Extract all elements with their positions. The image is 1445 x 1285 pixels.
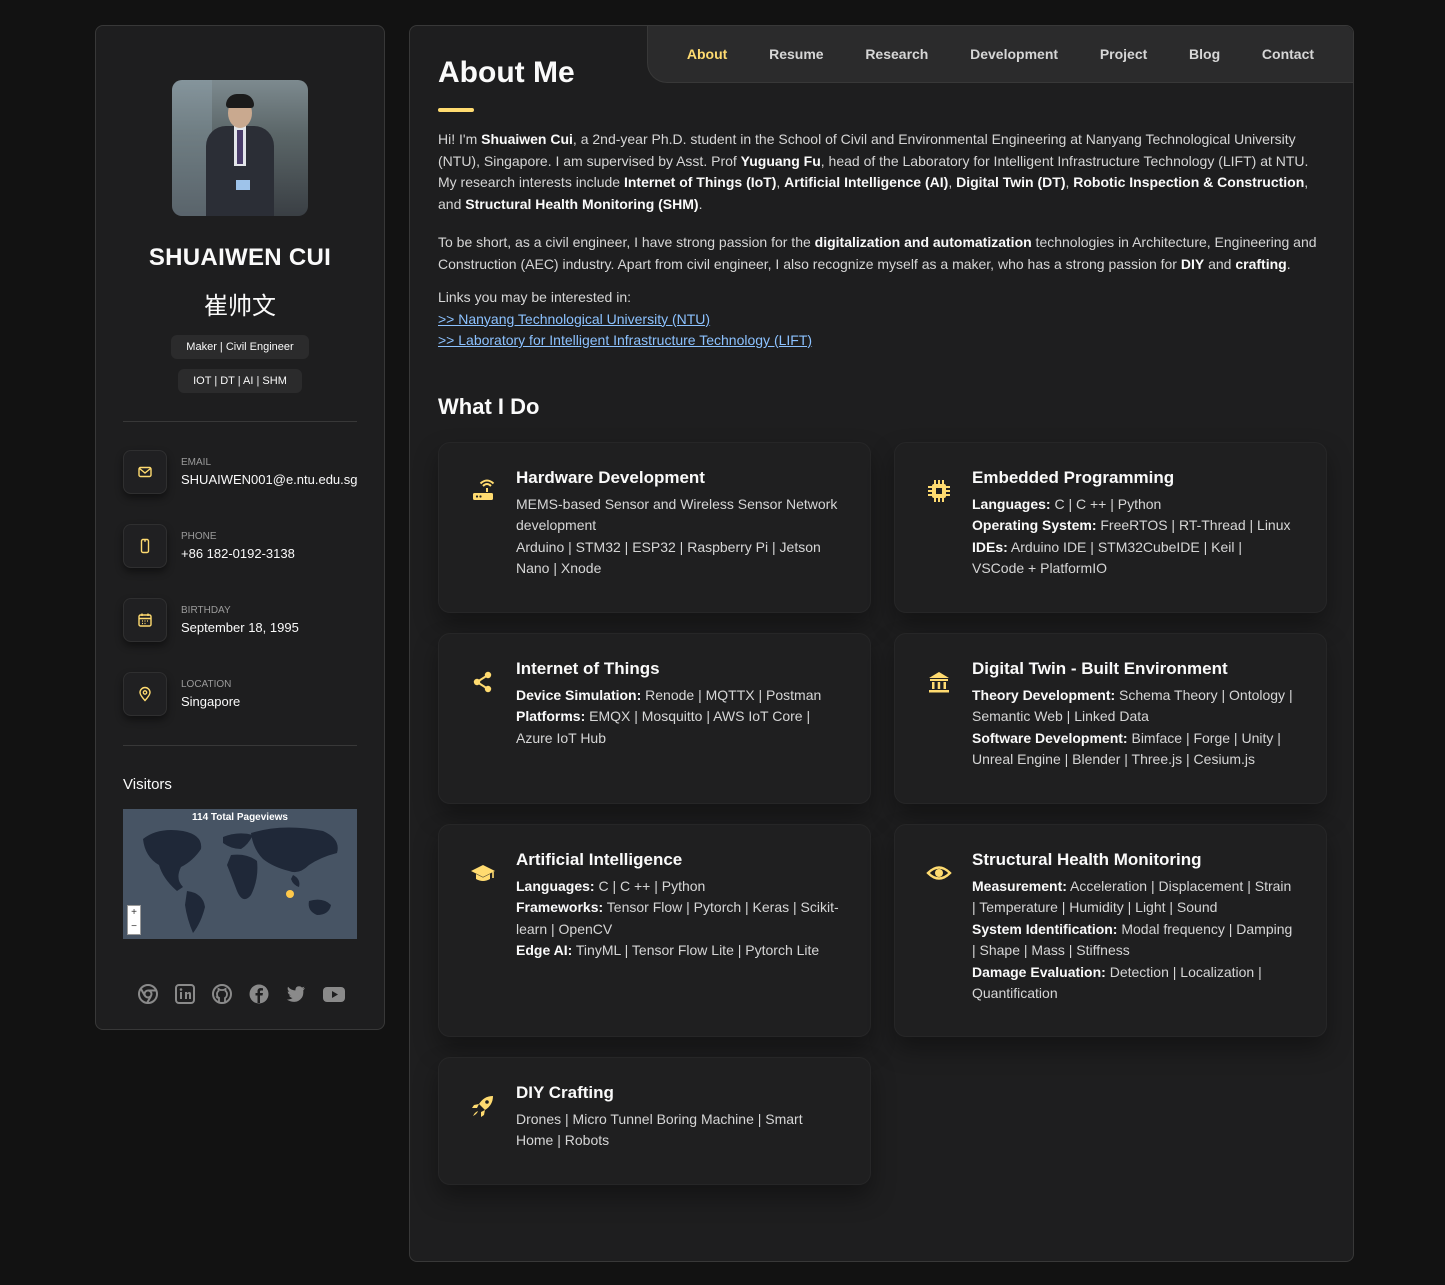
nav-resume[interactable]: Resume <box>769 46 823 62</box>
links-section: Links you may be interested in: >> Nanya… <box>438 287 1325 352</box>
chrome-icon[interactable] <box>137 983 159 1005</box>
service-card-artificial-intelligence: Artificial Intelligence Languages: C | C … <box>438 823 871 1037</box>
service-card-hardware-development: Hardware Development MEMS-based Sensor an… <box>438 441 871 613</box>
service-title: Structural Health Monitoring <box>972 849 1202 869</box>
service-card-digital-twin-built-environment: Digital Twin - Built Environment Theory D… <box>894 632 1327 804</box>
contact-item-email: EMAIL SHUAIWEN001@e.ntu.edu.sg <box>123 450 358 494</box>
service-description: Device Simulation: Renode | MQTTX | Post… <box>516 686 822 746</box>
title-underline <box>438 108 474 112</box>
service-description: Theory Development: Schema Theory | Onto… <box>972 686 1293 768</box>
facebook-icon[interactable] <box>248 983 270 1005</box>
ntu-link[interactable]: >> Nanyang Technological University (NTU… <box>438 309 1325 331</box>
sidebar: SHUAIWEN CUI 崔帅文 Maker | Civil Engineer … <box>95 25 385 1030</box>
top-navbar: About Resume Research Development Project Blo… <box>647 26 1353 83</box>
service-description: MEMS-based Sensor and Wireless Sensor Ne… <box>516 495 838 577</box>
contact-label: PHONE <box>181 531 217 542</box>
nav-development[interactable]: Development <box>970 46 1058 62</box>
zoom-out-button[interactable]: − <box>128 920 140 934</box>
about-section: Hi! I'm Shuaiwen Cui, a 2nd-year Ph.D. s… <box>438 129 1325 275</box>
contact-item-birthday: BIRTHDAY September 18, 1995 <box>123 598 357 642</box>
calendar-icon <box>123 598 167 642</box>
rocket-icon <box>470 1093 496 1119</box>
divider <box>123 745 357 746</box>
contact-value[interactable]: Singapore <box>181 694 240 709</box>
eye-icon <box>926 860 952 886</box>
twitter-icon[interactable] <box>285 983 307 1005</box>
contact-label: BIRTHDAY <box>181 605 231 616</box>
contact-item-location: LOCATION Singapore <box>123 672 357 716</box>
service-title: Artificial Intelligence <box>516 849 683 869</box>
social-links <box>123 983 357 1005</box>
contacts-list: EMAIL SHUAIWEN001@e.ntu.edu.sg PHONE +86… <box>123 450 358 716</box>
contact-value[interactable]: September 18, 1995 <box>181 620 299 635</box>
service-description: Drones | Micro Tunnel Boring Machine | S… <box>516 1110 803 1149</box>
nav-research[interactable]: Research <box>865 46 928 62</box>
nav-contact[interactable]: Contact <box>1262 46 1314 62</box>
service-title: Hardware Development <box>516 467 705 487</box>
about-paragraph-1: Hi! I'm Shuaiwen Cui, a 2nd-year Ph.D. s… <box>438 131 1309 212</box>
chip-icon <box>926 478 952 504</box>
avatar <box>172 80 308 216</box>
service-card-diy-crafting: DIY Crafting Drones | Micro Tunnel Boring… <box>438 1056 871 1185</box>
location-icon <box>123 672 167 716</box>
building-icon <box>926 669 952 695</box>
service-card-structural-health-monitoring: Structural Health Monitoring Measurement:… <box>894 823 1327 1037</box>
github-icon[interactable] <box>211 983 233 1005</box>
service-description: Measurement: Acceleration | Displacement… <box>972 877 1293 1002</box>
graduation-cap-icon <box>470 860 496 886</box>
service-description: Languages: C | C ++ | Python Operating Sy… <box>972 495 1291 577</box>
visitor-map[interactable]: 114 Total Pageviews + − <box>123 809 357 939</box>
service-description: Languages: C | C ++ | Python Frameworks: … <box>516 877 839 959</box>
router-icon <box>470 478 496 504</box>
pageviews-label: 114 Total Pageviews <box>192 812 288 823</box>
lift-link[interactable]: >> Laboratory for Intelligent Infrastruc… <box>438 330 1325 352</box>
map-zoom-control: + − <box>127 905 141 935</box>
contact-label: EMAIL <box>181 457 212 468</box>
contact-value[interactable]: SHUAIWEN001@e.ntu.edu.sg <box>181 472 358 487</box>
nav-about[interactable]: About <box>687 46 727 62</box>
title-tag: Maker | Civil Engineer <box>171 335 309 359</box>
service-title: Internet of Things <box>516 658 660 678</box>
service-title: DIY Crafting <box>516 1082 614 1102</box>
linkedin-icon[interactable] <box>174 983 196 1005</box>
contact-value[interactable]: +86 182-0192-3138 <box>181 546 295 561</box>
main-panel: About Resume Research Development Project Blo… <box>409 25 1354 1262</box>
profile-name: SHUAIWEN CUI <box>148 244 332 271</box>
services-grid: Hardware Development MEMS-based Sensor an… <box>438 441 1327 1185</box>
zoom-in-button[interactable]: + <box>128 906 140 920</box>
about-paragraph-2: To be short, as a civil engineer, I have… <box>438 234 1317 272</box>
world-map-icon <box>143 827 338 933</box>
nav-project[interactable]: Project <box>1100 46 1147 62</box>
phone-icon <box>123 524 167 568</box>
nav-blog[interactable]: Blog <box>1189 46 1220 62</box>
what-i-do-title: What I Do <box>438 393 540 419</box>
mail-icon <box>123 450 167 494</box>
service-card-embedded-programming: Embedded Programming Languages: C | C ++ … <box>894 441 1327 613</box>
share-icon <box>470 669 496 695</box>
youtube-icon[interactable] <box>322 983 345 1005</box>
profile-name-chinese: 崔帅文 <box>204 292 276 320</box>
service-title: Digital Twin - Built Environment <box>972 658 1228 678</box>
divider <box>123 421 357 422</box>
interests-tag: IOT | DT | AI | SHM <box>178 369 302 393</box>
service-title: Embedded Programming <box>972 467 1175 487</box>
links-intro: Links you may be interested in: <box>438 289 631 305</box>
service-card-internet-of-things: Internet of Things Device Simulation: Ren… <box>438 632 871 804</box>
contact-item-phone: PHONE +86 182-0192-3138 <box>123 524 357 568</box>
visitors-title: Visitors <box>123 776 172 793</box>
contact-label: LOCATION <box>181 679 232 690</box>
